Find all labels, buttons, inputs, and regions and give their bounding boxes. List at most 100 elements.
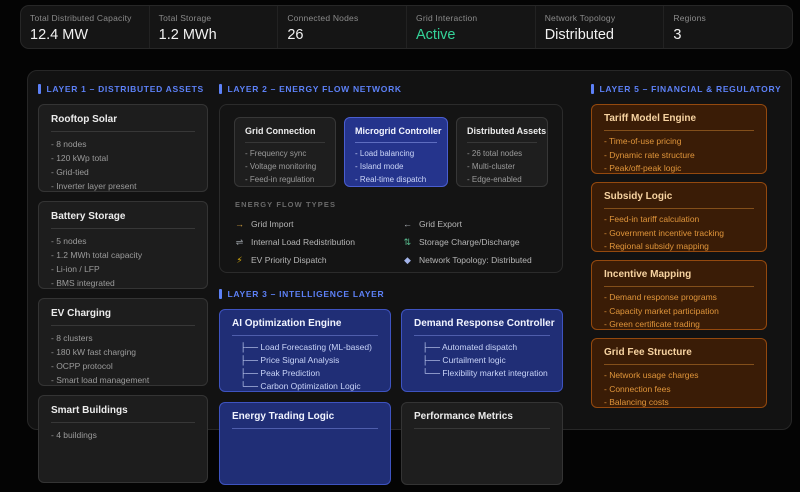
layer-accent-bar [219,289,222,299]
layer3-title: LAYER 3 – INTELLIGENCE LAYER [228,289,385,299]
card-item: - 120 kWp total [51,151,195,165]
metric-value: Distributed [545,27,664,43]
card-item: - Island mode [355,160,437,173]
layer1-title: LAYER 1 – DISTRIBUTED ASSETS [47,84,204,94]
layer-accent-bar [591,84,594,94]
card-item: - Time-of-use pricing [604,135,754,149]
card-title: Performance Metrics [414,411,550,429]
card-title: Smart Buildings [51,405,195,423]
card-grid-fee-structure: Grid Fee Structure - Network usage charg… [591,338,767,408]
card-item-list: - Load balancing - Island mode - Real-ti… [355,147,437,186]
card-item: - OCPP protocol [51,359,195,373]
card-item: ├── Price Signal Analysis [240,354,378,367]
layer3-header: LAYER 3 – INTELLIGENCE LAYER [219,289,563,299]
card-item: - 4 buildings [51,428,195,442]
card-item-list: - 5 nodes - 1.2 MWh total capacity - Li-… [51,234,195,289]
ev-priority-bolt-icon: ⚡ [234,255,245,266]
storage-charge-discharge-icon: ⇅ [402,237,413,248]
card-item: - Connection fees [604,383,754,397]
card-item-list: ├── Load Forecasting (ML-based) ├── Pric… [232,341,378,392]
grid-import-arrow-icon: → [234,219,245,230]
layer-accent-bar [219,84,222,94]
card-item: - Government incentive tracking [604,227,754,241]
card-title: Grid Fee Structure [604,347,754,365]
flow-item-ev-priority-dispatch: ⚡ EV Priority Dispatch [234,255,402,266]
card-item: - Frequency sync [245,147,325,160]
card-item: - Regional subsidy mapping [604,240,754,252]
layer1-column: LAYER 1 – DISTRIBUTED ASSETS Rooftop Sol… [38,84,208,492]
card-item: - 26 total nodes [467,147,537,160]
metric-network-topology: Network Topology Distributed [535,6,664,48]
card-item-list: - Time-of-use pricing - Dynamic rate str… [604,135,754,174]
card-item: └── Flexibility market integration [422,367,550,380]
card-item: - 5 nodes [51,234,195,248]
card-title: EV Charging [51,308,195,326]
metric-value: 12.4 MW [30,27,149,43]
metric-label: Grid Interaction [416,13,535,23]
card-item-list: - 8 nodes - 120 kWp total - Grid-tied - … [51,137,195,192]
metrics-topbar: Total Distributed Capacity 12.4 MW Total… [20,5,793,49]
card-item-list: - Demand response programs - Capacity ma… [604,291,754,330]
card-energy-trading-logic: Energy Trading Logic [219,402,391,485]
metric-total-storage: Total Storage 1.2 MWh [149,6,278,48]
card-item: - Capacity market participation [604,305,754,319]
flow-item-label: Storage Charge/Discharge [419,237,520,248]
flow-item-label: Grid Export [419,219,462,230]
card-item-list: - Frequency sync - Voltage monitoring - … [245,147,325,186]
card-item: ├── Curtailment logic [422,354,550,367]
card-item: - Voltage monitoring [245,160,325,173]
card-item: - Inverter layer present [51,179,195,192]
energy-flow-types-label: ENERGY FLOW TYPES [235,199,548,211]
flow-node-row: Grid Connection - Frequency sync - Volta… [234,117,548,187]
card-rooftop-solar: Rooftop Solar - 8 nodes - 120 kWp total … [38,104,208,192]
layer5-title: LAYER 5 – FINANCIAL & REGULATORY [600,84,782,94]
card-title: Grid Connection [245,126,325,143]
card-title: AI Optimization Engine [232,318,378,336]
card-item: - Demand response programs [604,291,754,305]
card-title: Subsidy Logic [604,191,754,209]
metric-label: Total Storage [159,13,278,23]
layer1-header: LAYER 1 – DISTRIBUTED ASSETS [38,84,208,94]
load-redistribution-icon: ⇌ [234,237,245,248]
layer2-header: LAYER 2 – ENERGY FLOW NETWORK [219,84,563,94]
layer2-title: LAYER 2 – ENERGY FLOW NETWORK [228,84,402,94]
intelligence-card-grid: AI Optimization Engine ├── Load Forecast… [219,309,563,485]
card-distributed-assets: Distributed Assets - 26 total nodes - Mu… [456,117,548,187]
card-smart-buildings: Smart Buildings - 4 buildings [38,395,208,483]
metric-label: Connected Nodes [287,13,406,23]
card-title: Rooftop Solar [51,114,195,132]
card-item-list: - 4 buildings [51,428,195,442]
card-item: - Real-time dispatch [355,173,437,186]
energy-flow-types-grid: → Grid Import ⇌ Internal Load Redistribu… [234,219,548,266]
card-item: - Balancing costs [604,396,754,408]
card-title: Energy Trading Logic [232,411,378,429]
flow-item-label: Network Topology: Distributed [419,255,532,266]
flow-item-grid-import: → Grid Import [234,219,402,230]
main-panel: LAYER 1 – DISTRIBUTED ASSETS Rooftop Sol… [27,70,792,430]
card-item-list: - Feed-in tariff calculation - Governmen… [604,213,754,252]
metric-value: 26 [287,27,406,43]
card-item: - 180 kW fast charging [51,345,195,359]
grid-export-arrow-icon: ← [402,219,413,230]
card-title: Microgrid Controller [355,126,437,143]
card-item: - Green certificate trading [604,318,754,330]
card-battery-storage: Battery Storage - 5 nodes - 1.2 MWh tota… [38,201,208,289]
flow-item-label: Grid Import [251,219,294,230]
card-item: ├── Peak Prediction [240,367,378,380]
card-item: - Edge-enabled [467,173,537,186]
card-ai-optimization-engine: AI Optimization Engine ├── Load Forecast… [219,309,391,392]
card-item: ├── Automated dispatch [422,341,550,354]
flow-item-label: EV Priority Dispatch [251,255,327,266]
flow-item-storage-charge-discharge: ⇅ Storage Charge/Discharge [402,237,548,248]
card-microgrid-controller: Microgrid Controller - Load balancing - … [344,117,448,187]
metric-value: 1.2 MWh [159,27,278,43]
card-item: - Feed-in tariff calculation [604,213,754,227]
metric-label: Regions [673,13,792,23]
flow-item-network-topology: ◆ Network Topology: Distributed [402,255,548,266]
card-subsidy-logic: Subsidy Logic - Feed-in tariff calculati… [591,182,767,252]
card-item: - Smart load management [51,373,195,386]
layer5-header: LAYER 5 – FINANCIAL & REGULATORY [591,84,767,94]
card-title: Incentive Mapping [604,269,754,287]
flow-item-label: Internal Load Redistribution [251,237,355,248]
metric-grid-interaction: Grid Interaction Active [406,6,535,48]
